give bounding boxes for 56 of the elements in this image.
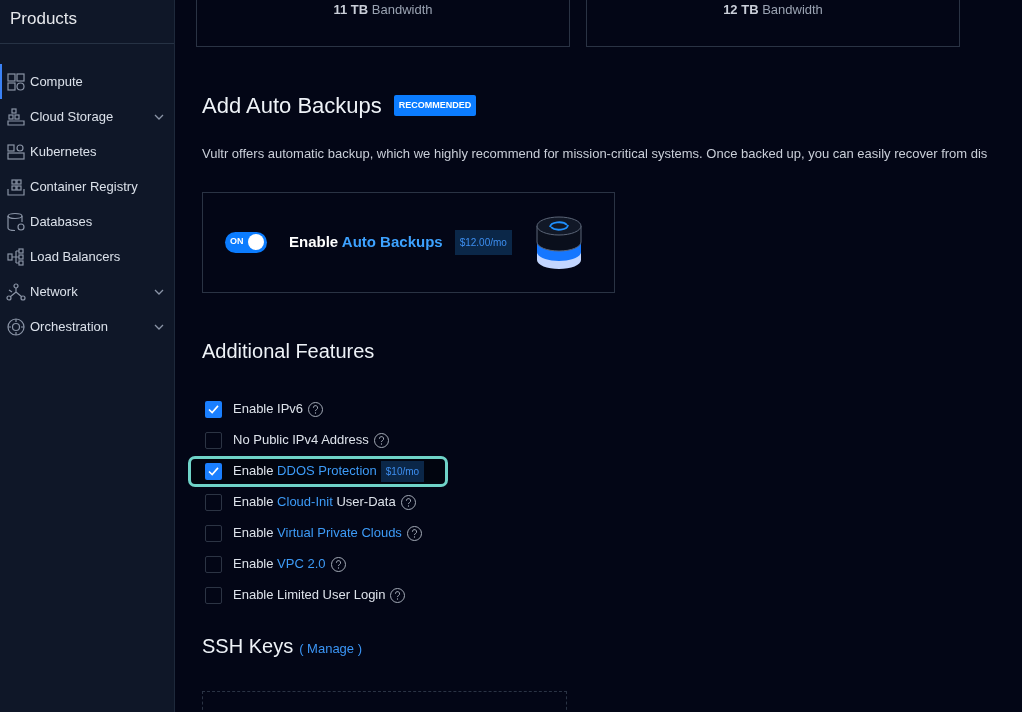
chevron-down-icon — [154, 113, 164, 120]
orchestration-icon — [6, 316, 26, 337]
bandwidth-label: 11 TB Bandwidth — [333, 0, 433, 19]
feature-label: Enable IPv6 — [233, 400, 304, 419]
sidebar-item[interactable]: Network — [0, 274, 174, 309]
checkbox[interactable] — [205, 431, 222, 449]
sidebar-item[interactable]: Orchestration — [0, 309, 174, 344]
section-title: Additional Features — [202, 338, 376, 364]
backup-description: Vultr offers automatic backup, which we highly recommend for mission-critical systems. Once backed up, you can easily recover from dis — [202, 145, 989, 163]
checkbox[interactable] — [205, 400, 222, 418]
plan-card[interactable]: 11 TB Bandwidth — [196, 0, 570, 47]
checkbox[interactable] — [205, 493, 222, 511]
bandwidth-label: 12 TB Bandwidth — [723, 0, 823, 19]
sidebar-title: Products — [10, 9, 78, 28]
checkbox[interactable] — [205, 586, 222, 604]
sidebar-item[interactable]: Load Balancers — [0, 239, 174, 274]
checkmark-icon — [208, 466, 219, 476]
feature-label: Enable Virtual Private Clouds — [233, 524, 402, 543]
sidebar-item[interactable]: Kubernetes — [0, 134, 174, 169]
feature-link[interactable]: VPC 2.0 — [277, 556, 326, 572]
section-title: SSH Keys — [202, 633, 294, 659]
feature-link[interactable]: Virtual Private Clouds — [277, 525, 402, 541]
feature-link[interactable]: DDOS Protection — [277, 463, 377, 479]
backup-database-icon — [533, 214, 584, 270]
plan-card[interactable]: 12 TB Bandwidth — [586, 0, 960, 47]
recommended-badge: RECOMMENDED — [393, 94, 477, 117]
registry-icon — [6, 176, 26, 197]
chevron-down-icon — [154, 288, 164, 295]
checkbox[interactable] — [205, 524, 222, 542]
toggle-switch[interactable]: ON — [225, 231, 267, 253]
feature-label: No Public IPv4 Address — [233, 431, 369, 450]
feature-label: Enable DDOS Protection — [233, 462, 377, 481]
price-badge: $10/mo — [380, 460, 425, 482]
chevron-down-icon — [154, 323, 164, 330]
storage-icon — [6, 106, 26, 127]
feature-link[interactable]: Cloud-Init — [277, 494, 333, 510]
checkbox[interactable] — [205, 462, 222, 480]
feature-label: Enable VPC 2.0 — [233, 555, 326, 574]
price-badge: $12.00/mo — [454, 229, 512, 255]
kubernetes-icon — [6, 141, 26, 162]
feature-label: Enable Cloud-Init User-Data — [233, 493, 396, 512]
checkbox[interactable] — [205, 555, 222, 573]
checkmark-icon — [208, 404, 219, 414]
sidebar-item[interactable]: Databases — [0, 204, 174, 239]
sidebar-item[interactable]: Cloud Storage — [0, 99, 174, 134]
sidebar-item[interactable]: Container Registry — [0, 169, 174, 204]
backup-label: Enable Auto Backups — [289, 231, 443, 252]
manage-link[interactable]: ( Manage ) — [299, 638, 363, 658]
feature-label: Enable Limited User Login — [233, 586, 386, 605]
balancer-icon — [6, 246, 26, 267]
section-title: Add Auto Backups — [202, 92, 382, 120]
network-icon — [6, 281, 26, 302]
compute-icon — [6, 71, 26, 92]
auto-backups-link[interactable]: Auto Backups — [341, 232, 443, 250]
database-icon — [6, 211, 26, 232]
sidebar-item[interactable]: Compute — [0, 64, 174, 99]
